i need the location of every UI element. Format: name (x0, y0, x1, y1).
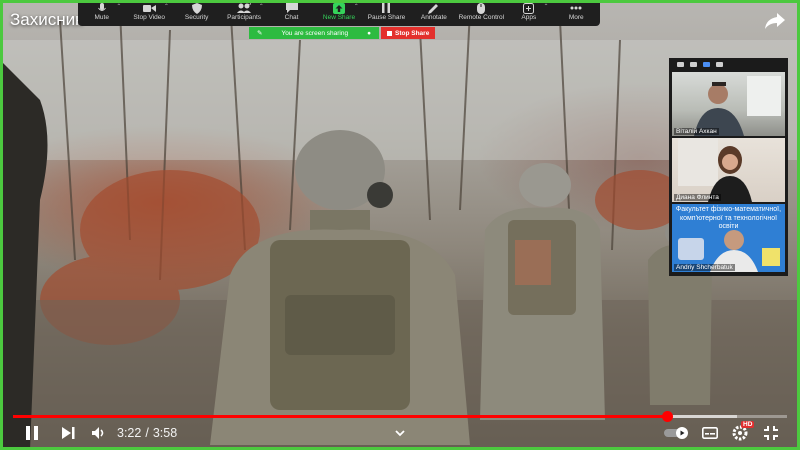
video-controls: 3:22 / 3:58 HD (0, 418, 800, 450)
soldier-right (480, 163, 605, 420)
zoom-toolbar: Mute ⌃ Stop Video ⌃ Security 3 Participa… (78, 0, 600, 26)
time-display: 3:22 / 3:58 (117, 422, 177, 444)
more-dots-icon (569, 2, 583, 14)
pause-share-label: Pause Share (367, 14, 406, 21)
chapter-dropdown[interactable] (394, 422, 406, 444)
skip-next-icon (62, 427, 75, 439)
subtitles-button[interactable] (702, 422, 718, 444)
annotate-button[interactable]: Annotate (410, 0, 457, 26)
mouse-icon (474, 2, 488, 14)
remote-control-button[interactable]: Remote Control (458, 0, 505, 26)
chevron-up-icon[interactable]: ⌃ (116, 3, 121, 10)
chat-label: Chat (284, 14, 299, 21)
pause-icon (26, 426, 38, 440)
more-button[interactable]: More (553, 0, 600, 26)
chat-icon (285, 2, 299, 14)
participant-video (678, 138, 752, 202)
mic-icon (95, 2, 109, 14)
remote-control-label: Remote Control (458, 14, 505, 21)
sharing-status[interactable]: ✎ You are screen sharing ● (249, 27, 379, 39)
mute-label: Mute (94, 14, 109, 21)
settings-button[interactable]: HD (732, 421, 755, 444)
gallery-grid-icon[interactable] (716, 61, 723, 67)
volume-icon (92, 427, 104, 439)
panel-view-controls (669, 58, 788, 70)
chevron-up-icon[interactable]: ⌃ (354, 3, 359, 10)
apps-button[interactable]: Apps ⌃ (505, 0, 552, 26)
thumbnail-view-icon[interactable] (703, 61, 710, 67)
video-title[interactable]: Захисник (10, 10, 83, 30)
autoplay-toggle-icon (664, 427, 688, 439)
annotate-label: Annotate (420, 14, 447, 21)
hd-badge: HD (741, 421, 755, 428)
soldier-center (210, 130, 470, 445)
security-label: Security (184, 14, 209, 21)
participant-tile[interactable]: Віталій Ахкан (672, 72, 785, 136)
apps-label: Apps (521, 14, 537, 21)
pause-icon (379, 2, 393, 14)
pause-button[interactable] (24, 422, 40, 444)
participant-tile[interactable]: Диана Флинта (672, 138, 785, 202)
participant-tile[interactable]: Факультет фізико-математичної, комп'ютер… (672, 204, 785, 272)
participants-button[interactable]: 3 Participants ⌃ (220, 0, 267, 26)
chevron-down-icon (395, 430, 405, 437)
chat-button[interactable]: Chat (268, 0, 315, 26)
pause-share-button[interactable]: Pause Share (363, 0, 410, 26)
new-share-button[interactable]: New Share ⌃ (315, 0, 362, 26)
chevron-up-icon[interactable]: ⌃ (164, 3, 169, 10)
stop-share-label: Stop Share (395, 29, 430, 37)
sharing-icon: ✎ (257, 30, 263, 37)
current-time: 3:22 (117, 426, 142, 440)
more-label: More (568, 14, 584, 21)
fullscreen-exit-icon (764, 426, 778, 440)
sharing-text: You are screen sharing (281, 29, 349, 37)
mute-button[interactable]: Mute ⌃ (78, 0, 125, 26)
stop-video-button[interactable]: Stop Video ⌃ (125, 0, 172, 26)
new-share-label: New Share (322, 14, 356, 21)
time-separator: / (145, 426, 149, 440)
apps-icon (522, 2, 536, 14)
autoplay-toggle[interactable] (664, 422, 690, 444)
participant-name: Диана Флинта (674, 194, 721, 201)
participant-video (694, 76, 781, 136)
chevron-up-icon[interactable]: ⌃ (259, 3, 264, 10)
subtitles-icon (702, 426, 718, 439)
participants-label: Participants (227, 14, 262, 21)
stop-square-icon (387, 30, 392, 36)
duration: 3:58 (152, 426, 178, 440)
share-arrow-icon[interactable] (764, 12, 786, 30)
screen: Захисник Mute ⌃ Stop Video ⌃ Security 3 … (0, 0, 800, 450)
fullscreen-button[interactable] (764, 422, 778, 444)
share-up-arrow-icon (332, 2, 346, 14)
participant-panel: Віталій Ахкан Диана Флинта Факультет фіз… (669, 58, 788, 276)
stop-video-label: Stop Video (133, 14, 166, 21)
minimize-icon[interactable] (677, 61, 684, 67)
stop-share-button[interactable]: Stop Share (381, 27, 436, 39)
participant-name: Віталій Ахкан (674, 128, 719, 135)
chevron-up-icon[interactable]: ⌃ (544, 3, 549, 10)
speaker-view-icon[interactable] (690, 61, 697, 67)
participant-video (678, 230, 780, 272)
pencil-icon (427, 2, 441, 14)
video-camera-icon (142, 2, 156, 14)
sharing-indicator: ✎ You are screen sharing ● Stop Share (249, 27, 436, 39)
shield-icon (190, 2, 204, 14)
participants-count: 3 (247, 1, 252, 7)
next-button[interactable] (60, 422, 76, 444)
soldier-left-edge (0, 60, 48, 450)
sharing-secure-icon: ● (367, 29, 371, 37)
volume-button[interactable] (91, 422, 107, 444)
participant-name: Andriy Shcherbatuk (674, 264, 735, 271)
security-button[interactable]: Security (173, 0, 220, 26)
